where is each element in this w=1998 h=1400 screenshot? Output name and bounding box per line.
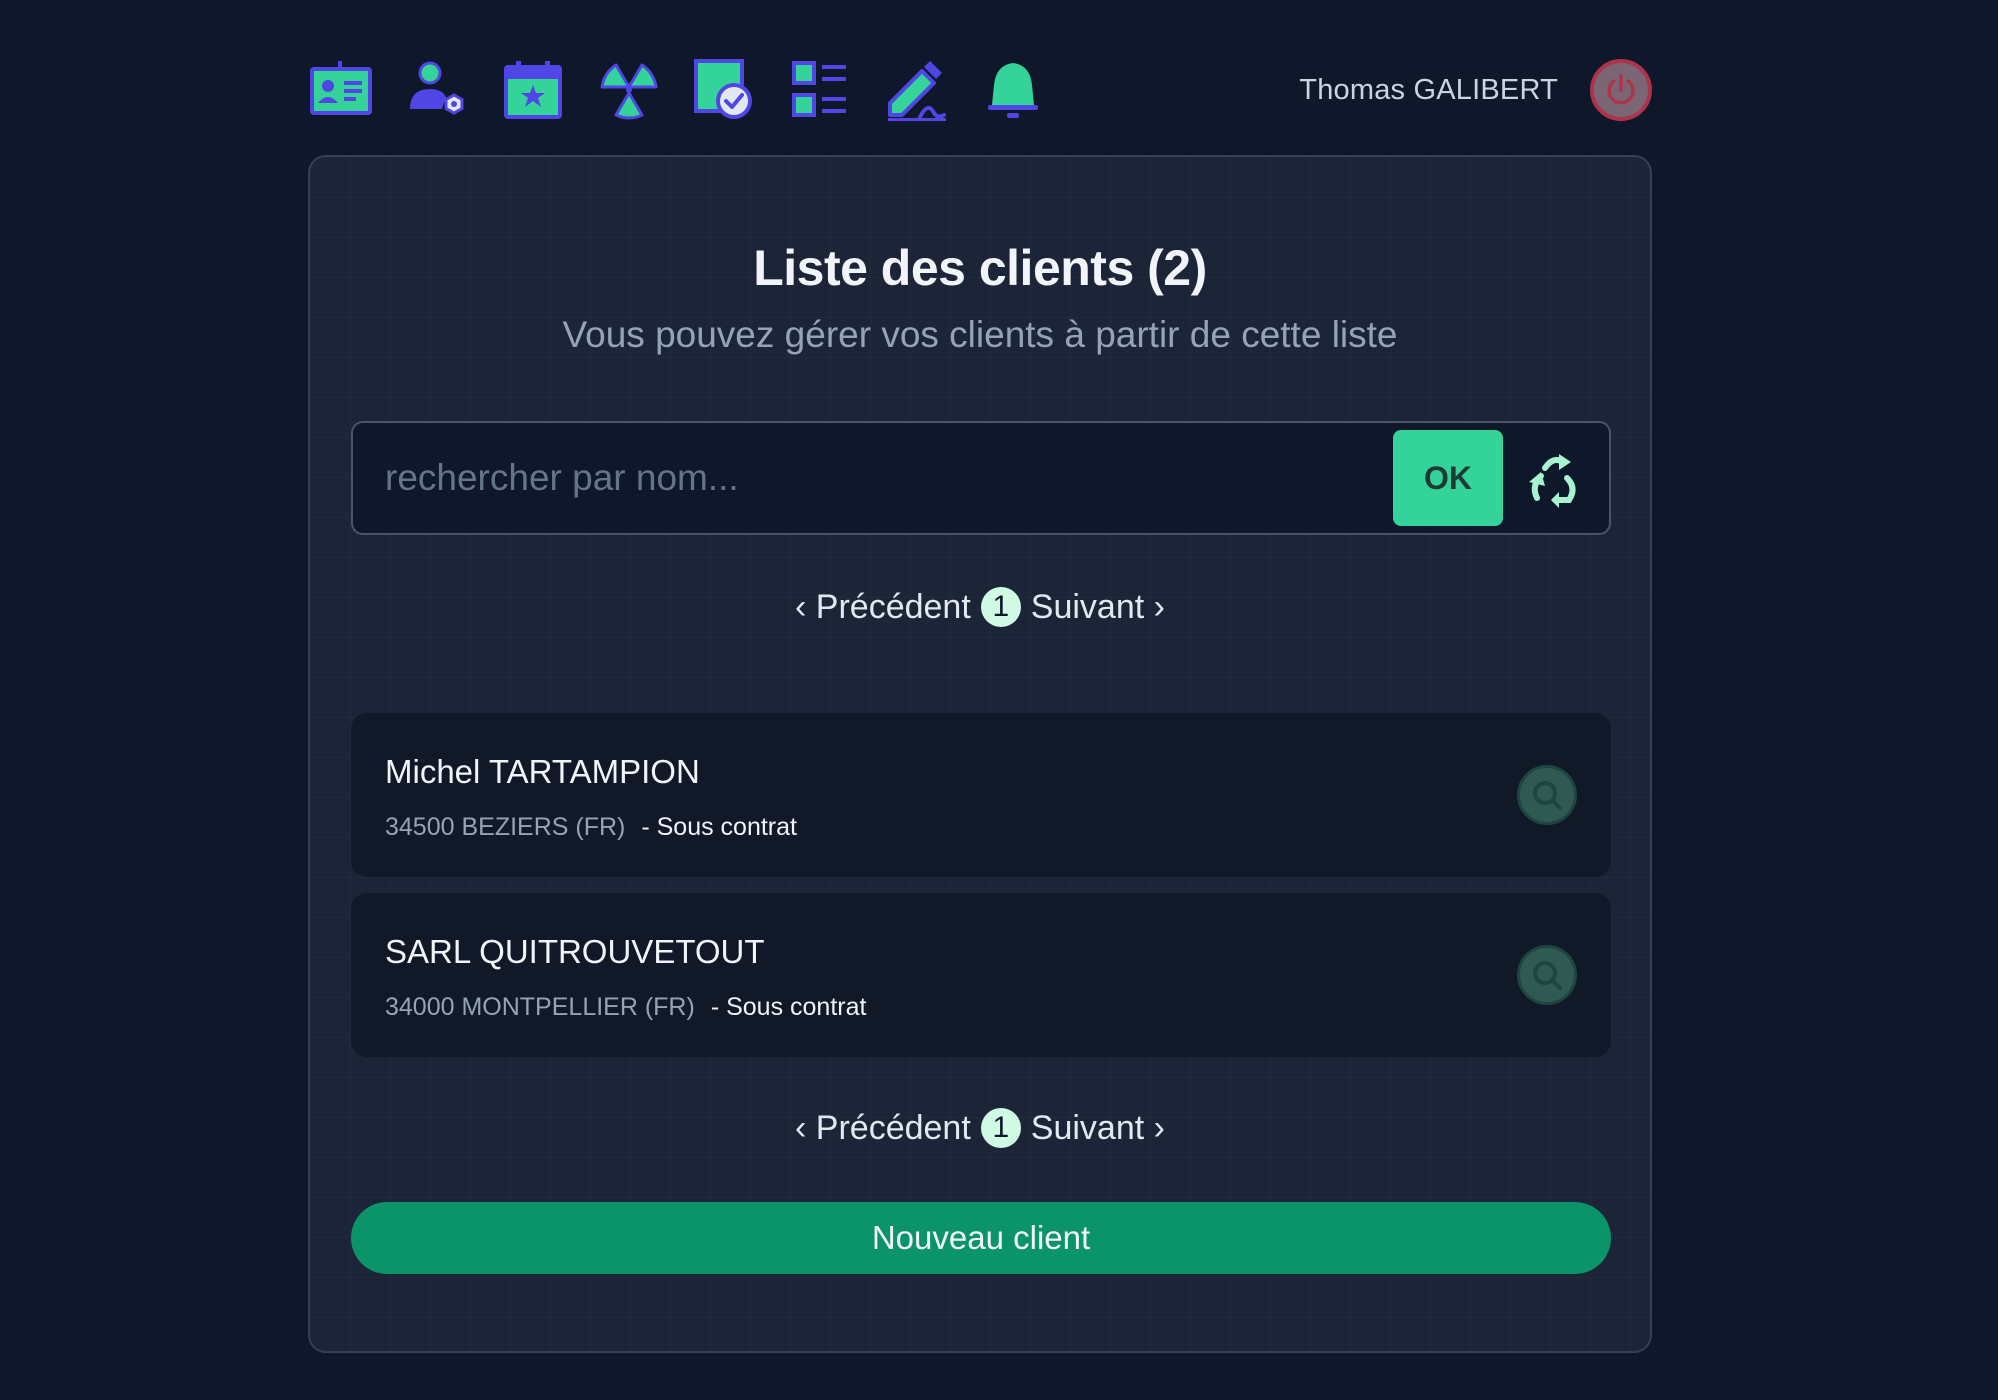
next-page-link[interactable]: Suivant › bbox=[1031, 1109, 1165, 1148]
client-location: 34000 MONTPELLIER (FR) bbox=[385, 993, 695, 1021]
magnifier-icon bbox=[1533, 961, 1562, 990]
radiation-icon[interactable] bbox=[596, 57, 662, 123]
search-ok-button[interactable]: OK bbox=[1393, 430, 1503, 526]
top-navigation: Thomas GALIBERT bbox=[308, 55, 1652, 125]
recycle-icon[interactable] bbox=[1523, 448, 1583, 508]
power-icon bbox=[1607, 74, 1635, 105]
nav-icon-group bbox=[308, 57, 1046, 123]
magnifier-icon bbox=[1533, 781, 1562, 810]
current-page-number[interactable]: 1 bbox=[980, 587, 1021, 627]
current-page-number[interactable]: 1 bbox=[980, 1108, 1021, 1148]
search-bar: OK bbox=[351, 421, 1611, 535]
client-name: Michel TARTAMPION bbox=[385, 753, 700, 790]
user-settings-icon[interactable] bbox=[404, 57, 470, 123]
client-status: - Sous contrat bbox=[710, 993, 867, 1021]
client-name: SARL QUITROUVETOUT bbox=[385, 933, 765, 970]
client-status: - Sous contrat bbox=[641, 813, 797, 841]
list-icon[interactable] bbox=[788, 57, 854, 123]
id-card-icon[interactable] bbox=[308, 57, 374, 123]
user-name: Thomas GALIBERT bbox=[1299, 73, 1558, 106]
client-list: Michel TARTAMPION 34500 BEZIERS (FR) - S… bbox=[351, 713, 1611, 1073]
pagination-top: ‹ Précédent 1 Suivant › bbox=[310, 587, 1650, 627]
view-client-button[interactable] bbox=[1517, 765, 1577, 825]
calendar-star-icon[interactable] bbox=[500, 57, 566, 123]
view-client-button[interactable] bbox=[1517, 945, 1577, 1005]
previous-page-link[interactable]: ‹ Précédent bbox=[795, 1109, 971, 1148]
pagination-bottom: ‹ Précédent 1 Suivant › bbox=[310, 1108, 1650, 1148]
client-meta: 34000 MONTPELLIER (FR) - Sous contrat bbox=[385, 993, 866, 1022]
client-location: 34500 BEZIERS (FR) bbox=[385, 813, 626, 841]
search-input[interactable] bbox=[353, 422, 1393, 534]
page-subtitle: Vous pouvez gérer vos clients à partir d… bbox=[562, 314, 1398, 355]
edit-signature-icon[interactable] bbox=[884, 57, 950, 123]
client-row[interactable]: Michel TARTAMPION 34500 BEZIERS (FR) - S… bbox=[351, 713, 1611, 877]
client-meta: 34500 BEZIERS (FR) - Sous contrat bbox=[385, 813, 797, 842]
user-area: Thomas GALIBERT bbox=[1299, 59, 1652, 121]
next-page-link[interactable]: Suivant › bbox=[1031, 588, 1165, 627]
document-check-icon[interactable] bbox=[692, 57, 758, 123]
page-title: Liste des clients (2) bbox=[753, 240, 1207, 296]
logout-button[interactable] bbox=[1590, 59, 1652, 121]
previous-page-link[interactable]: ‹ Précédent bbox=[795, 588, 971, 627]
client-row[interactable]: SARL QUITROUVETOUT 34000 MONTPELLIER (FR… bbox=[351, 893, 1611, 1057]
bell-icon[interactable] bbox=[980, 57, 1046, 123]
new-client-button[interactable]: Nouveau client bbox=[351, 1202, 1611, 1274]
clients-card: Liste des clients (2) Vous pouvez gérer … bbox=[308, 155, 1652, 1353]
